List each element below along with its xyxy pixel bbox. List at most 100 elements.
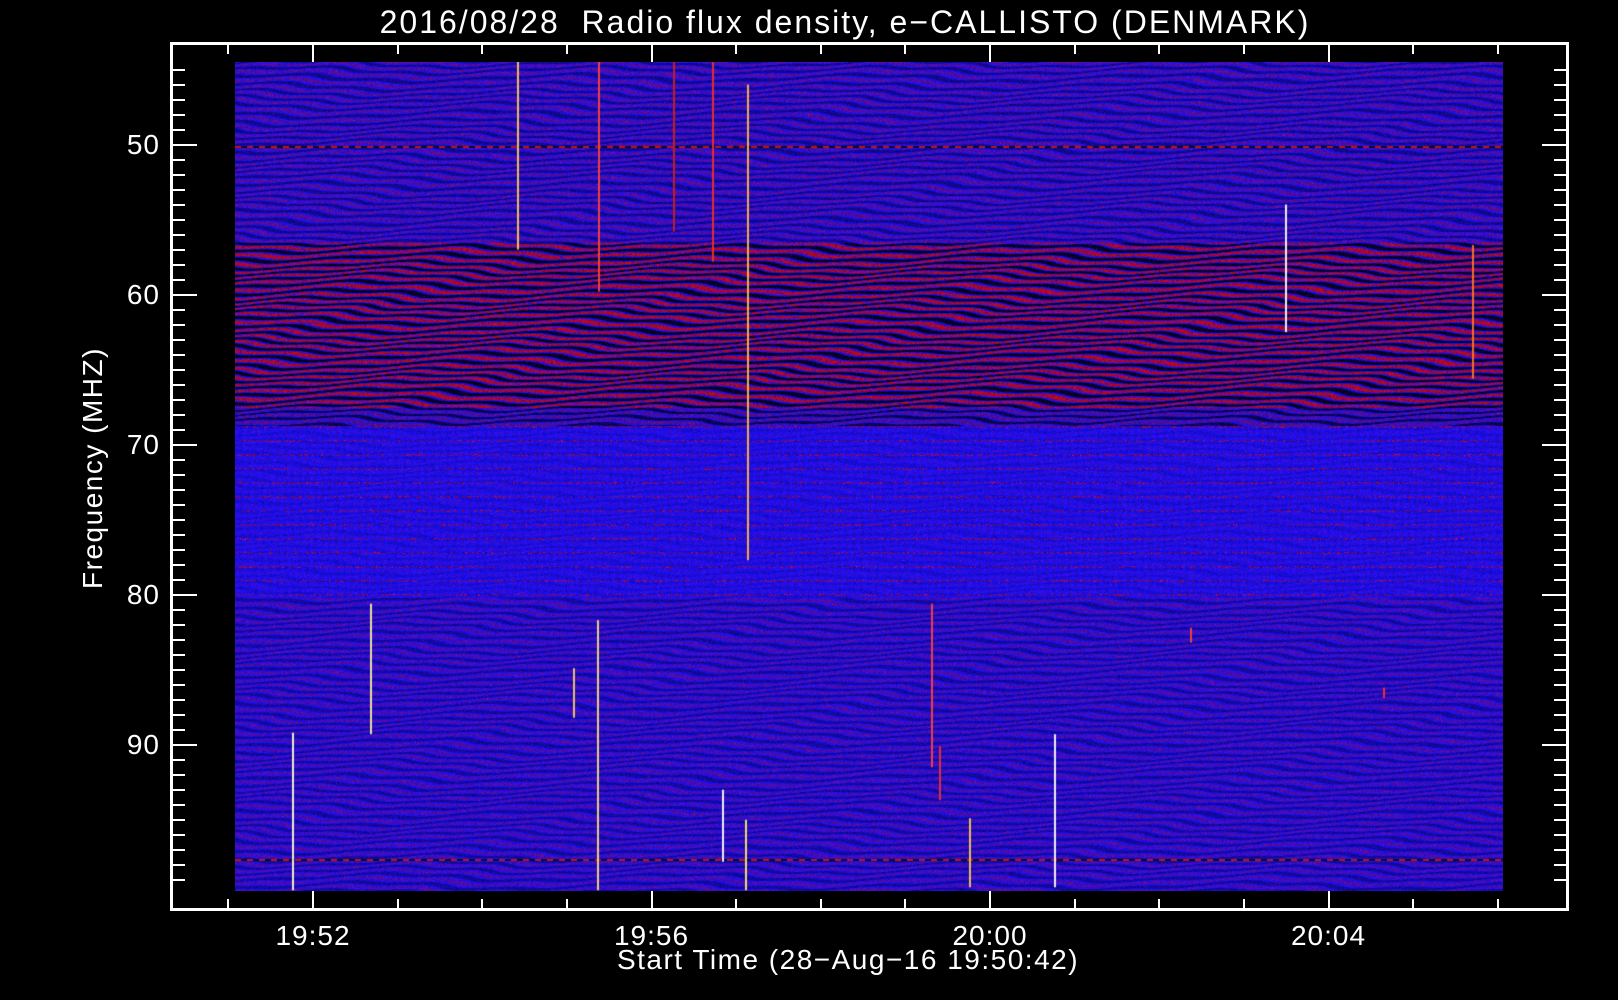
y-minor-tick-right (1554, 278, 1566, 281)
x-minor-tick-bottom (396, 899, 399, 908)
x-minor-tick-bottom (481, 899, 484, 908)
y-minor-tick-right (1554, 713, 1566, 716)
y-minor-tick-left (173, 758, 185, 761)
x-minor-tick-bottom (1242, 899, 1245, 908)
y-minor-tick-left (173, 173, 185, 176)
y-minor-tick-right (1554, 83, 1566, 86)
y-minor-tick-left (173, 158, 185, 161)
x-minor-tick-top (481, 45, 484, 54)
y-minor-tick-right (1554, 503, 1566, 506)
screen: 2016/08/28 Radio flux density, e−CALLIST… (0, 0, 1618, 1000)
y-major-tick-right (1542, 593, 1566, 596)
y-minor-tick-left (173, 83, 185, 86)
y-minor-tick-right (1554, 338, 1566, 341)
y-minor-tick-right (1554, 173, 1566, 176)
y-minor-tick-left (173, 548, 185, 551)
y-minor-tick-right (1554, 188, 1566, 191)
y-major-tick-left (173, 593, 197, 596)
x-tick-label: 20:04 (1290, 920, 1367, 951)
y-minor-tick-left (173, 68, 185, 71)
y-minor-tick-right (1554, 833, 1566, 836)
y-minor-tick-left (173, 863, 185, 866)
y-minor-tick-right (1554, 128, 1566, 131)
y-minor-tick-left (173, 383, 185, 386)
y-minor-tick-left (173, 473, 185, 476)
x-minor-tick-top (904, 45, 907, 54)
y-minor-tick-left (173, 818, 185, 821)
x-tick-label: 19:52 (275, 920, 351, 951)
x-minor-tick-bottom (819, 899, 822, 908)
y-minor-tick-right (1554, 428, 1566, 431)
y-minor-tick-left (173, 728, 185, 731)
y-minor-tick-left (173, 308, 185, 311)
x-minor-tick-top (1496, 45, 1499, 54)
x-minor-tick-bottom (565, 899, 568, 908)
y-minor-tick-right (1554, 788, 1566, 791)
y-tick-label: 60 (126, 278, 160, 310)
y-minor-tick-right (1554, 803, 1566, 806)
y-minor-tick-left (173, 833, 185, 836)
y-minor-tick-left (173, 563, 185, 566)
y-minor-tick-right (1554, 728, 1566, 731)
y-major-tick-right (1542, 143, 1566, 146)
y-minor-tick-right (1554, 323, 1566, 326)
y-minor-tick-right (1554, 848, 1566, 851)
x-minor-tick-top (565, 45, 568, 54)
x-minor-tick-bottom (1412, 899, 1415, 908)
y-minor-tick-left (173, 878, 185, 881)
y-minor-tick-left (173, 218, 185, 221)
x-minor-tick-bottom (1158, 899, 1161, 908)
x-major-tick-bottom (650, 891, 653, 908)
y-minor-tick-left (173, 263, 185, 266)
y-tick-label: 90 (126, 728, 160, 760)
y-minor-tick-right (1554, 368, 1566, 371)
y-minor-tick-right (1554, 518, 1566, 521)
y-minor-tick-left (173, 698, 185, 701)
y-minor-tick-left (173, 353, 185, 356)
x-major-tick-bottom (1327, 891, 1330, 908)
x-minor-tick-top (227, 45, 230, 54)
y-minor-tick-right (1554, 218, 1566, 221)
y-minor-tick-left (173, 608, 185, 611)
y-major-tick-right (1542, 743, 1566, 746)
y-minor-tick-left (173, 653, 185, 656)
y-minor-tick-left (173, 458, 185, 461)
y-minor-tick-left (173, 803, 185, 806)
x-minor-tick-bottom (904, 899, 907, 908)
x-minor-tick-top (1412, 45, 1415, 54)
y-minor-tick-right (1554, 98, 1566, 101)
y-minor-tick-left (173, 233, 185, 236)
y-minor-tick-left (173, 128, 185, 131)
y-minor-tick-left (173, 338, 185, 341)
x-minor-tick-top (819, 45, 822, 54)
y-major-tick-left (173, 143, 197, 146)
y-minor-tick-right (1554, 158, 1566, 161)
y-minor-tick-right (1554, 248, 1566, 251)
y-minor-tick-left (173, 668, 185, 671)
x-minor-tick-bottom (1073, 899, 1076, 908)
y-minor-tick-right (1554, 473, 1566, 476)
y-minor-tick-right (1554, 758, 1566, 761)
y-minor-tick-right (1554, 548, 1566, 551)
y-minor-tick-right (1554, 113, 1566, 116)
y-major-tick-right (1542, 443, 1566, 446)
y-minor-tick-left (173, 638, 185, 641)
y-minor-tick-left (173, 203, 185, 206)
x-minor-tick-top (396, 45, 399, 54)
y-minor-tick-left (173, 713, 185, 716)
y-minor-tick-left (173, 623, 185, 626)
y-minor-tick-left (173, 413, 185, 416)
y-minor-tick-right (1554, 863, 1566, 866)
y-minor-tick-right (1554, 773, 1566, 776)
y-minor-tick-left (173, 398, 185, 401)
plot-title: 2016/08/28 Radio flux density, e−CALLIST… (379, 4, 1311, 40)
y-major-tick-left (173, 443, 197, 446)
x-major-tick-top (1327, 45, 1330, 62)
y-minor-tick-right (1554, 203, 1566, 206)
y-minor-tick-left (173, 533, 185, 536)
x-minor-tick-bottom (227, 899, 230, 908)
y-minor-tick-left (173, 188, 185, 191)
x-minor-tick-top (735, 45, 738, 54)
y-minor-tick-left (173, 848, 185, 851)
y-minor-tick-right (1554, 698, 1566, 701)
